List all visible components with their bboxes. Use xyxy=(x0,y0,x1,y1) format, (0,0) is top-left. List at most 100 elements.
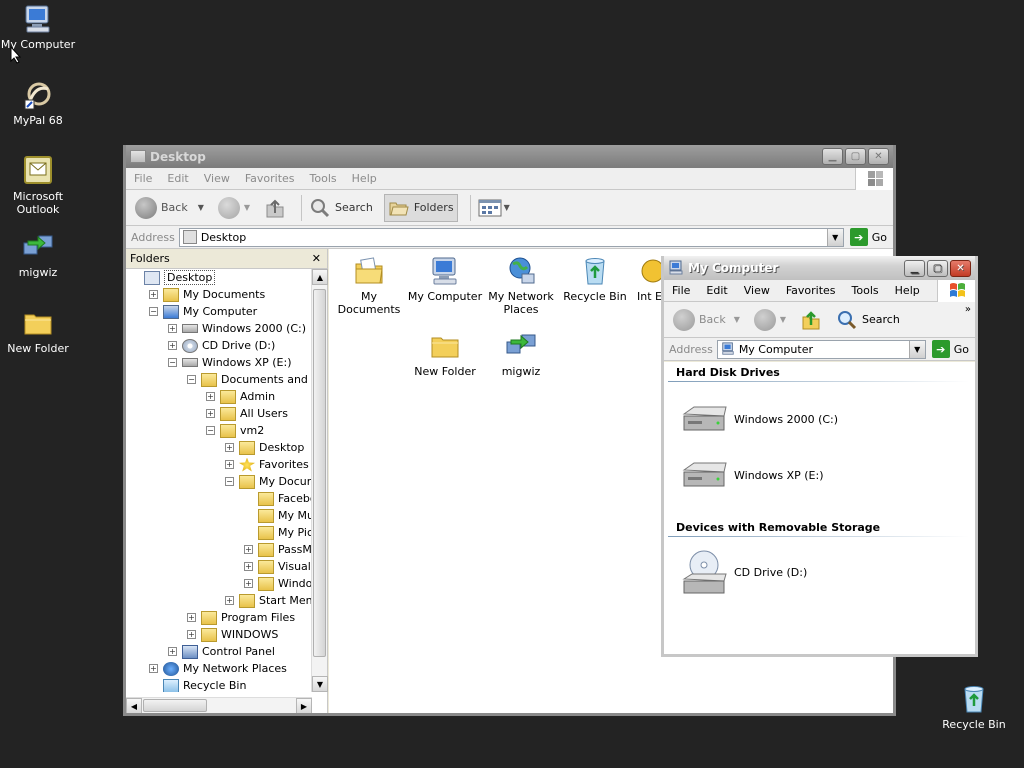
tree-horizontal-scrollbar[interactable]: ◀ ▶ xyxy=(126,697,312,713)
tree-item[interactable]: My Music xyxy=(244,507,312,524)
collapse-icon[interactable]: − xyxy=(149,307,158,316)
hscroll-thumb[interactable] xyxy=(143,699,207,712)
tree-item[interactable]: My Picture xyxy=(244,524,312,541)
menu-file[interactable]: File xyxy=(134,172,152,185)
tree-item[interactable]: Facebook xyxy=(244,490,312,507)
minimize-button[interactable]: ▁ xyxy=(904,259,925,277)
up-folder-button[interactable] xyxy=(261,194,289,222)
close-button[interactable]: ✕ xyxy=(950,259,971,277)
tree-vertical-scrollbar[interactable]: ▲ ▼ xyxy=(311,269,328,692)
up-folder-button[interactable] xyxy=(797,306,825,334)
scroll-up-icon[interactable]: ▲ xyxy=(312,269,328,285)
expand-icon[interactable]: + xyxy=(244,579,253,588)
go-button[interactable]: ➔ Go xyxy=(849,228,887,246)
menu-tools[interactable]: Tools xyxy=(310,172,337,185)
drive-windows-xp[interactable]: Windows XP (E:) xyxy=(680,460,824,490)
tree-item[interactable]: + Start Menu xyxy=(225,592,312,609)
menu-file[interactable]: File xyxy=(672,284,690,297)
expand-icon[interactable]: + xyxy=(244,545,253,554)
address-field[interactable]: My Computer ▼ xyxy=(716,339,926,359)
expand-icon[interactable]: + xyxy=(206,409,215,418)
desktop-icon-new-folder[interactable]: New Folder xyxy=(0,307,76,355)
menu-favorites[interactable]: Favorites xyxy=(786,284,836,297)
forward-button[interactable]: ▼ xyxy=(751,306,789,334)
expand-icon[interactable]: + xyxy=(225,443,234,452)
tree-item[interactable]: Desktop xyxy=(130,269,216,286)
desktop-icon-my-computer[interactable]: My Computer xyxy=(0,3,76,51)
expand-icon[interactable]: + xyxy=(225,596,234,605)
tree-item[interactable]: + Windows 2000 (C:) xyxy=(168,320,306,337)
expand-icon[interactable]: + xyxy=(168,341,177,350)
explorer-titlebar[interactable]: Desktop ▁ ▢ ✕ xyxy=(126,145,893,168)
scroll-thumb[interactable] xyxy=(313,289,326,657)
drive-windows-2000[interactable]: Windows 2000 (C:) xyxy=(680,404,838,434)
tree-item[interactable]: + Admin xyxy=(206,388,275,405)
address-field[interactable]: Desktop ▼ xyxy=(178,227,844,247)
minimize-button[interactable]: ▁ xyxy=(822,148,843,165)
menu-view[interactable]: View xyxy=(744,284,770,297)
expand-icon[interactable]: + xyxy=(149,290,158,299)
desktop-icon-migwiz[interactable]: migwiz xyxy=(0,231,76,279)
search-button[interactable]: Search xyxy=(833,306,903,334)
maximize-button[interactable]: ▢ xyxy=(845,148,866,165)
expand-icon[interactable]: + xyxy=(206,392,215,401)
expand-icon[interactable]: + xyxy=(187,613,196,622)
desktop-icon-mypal[interactable]: MyPal 68 xyxy=(0,79,76,127)
back-button[interactable]: Back ▼ xyxy=(132,194,207,222)
menu-help[interactable]: Help xyxy=(895,284,920,297)
drive-cd[interactable]: CD Drive (D:) xyxy=(680,549,807,595)
content-item-my-documents[interactable]: My Documents xyxy=(329,255,409,316)
toolbar-overflow-icon[interactable]: » xyxy=(965,304,971,315)
tree-item[interactable]: + CD Drive (D:) xyxy=(168,337,275,354)
tree-item[interactable]: − Documents and Settin xyxy=(187,371,312,388)
tree-item[interactable]: + WINDOWS xyxy=(187,626,278,643)
collapse-icon[interactable]: − xyxy=(206,426,215,435)
folders-button[interactable]: Folders xyxy=(383,193,458,222)
scroll-down-icon[interactable]: ▼ xyxy=(312,676,328,692)
back-button[interactable]: Back ▼ xyxy=(670,306,743,334)
tree-item[interactable]: + PassMark xyxy=(244,541,312,558)
content-item-new-folder[interactable]: New Folder xyxy=(405,330,485,378)
tree-item[interactable]: − My Document xyxy=(225,473,312,490)
folders-pane-close-icon[interactable]: ✕ xyxy=(312,252,321,265)
views-button[interactable]: ▼ xyxy=(475,194,513,222)
content-item-my-computer[interactable]: My Computer xyxy=(405,255,485,303)
go-button[interactable]: ➔ Go xyxy=(931,340,969,358)
expand-icon[interactable]: + xyxy=(149,664,158,673)
scroll-right-icon[interactable]: ▶ xyxy=(296,698,312,713)
my-computer-titlebar[interactable]: My Computer ▁ ▢ ✕ xyxy=(664,256,975,280)
desktop-icon-recycle-bin[interactable]: Recycle Bin xyxy=(936,683,1012,731)
tree-item[interactable]: + Desktop xyxy=(225,439,304,456)
menu-favorites[interactable]: Favorites xyxy=(245,172,295,185)
search-button[interactable]: Search xyxy=(306,194,376,222)
tree-item[interactable]: + My Documents xyxy=(149,286,265,303)
tree-item[interactable]: + Favorites xyxy=(225,456,309,473)
tree-item[interactable]: + All Users xyxy=(206,405,288,422)
tree-item[interactable]: + Windows xyxy=(244,575,312,592)
menu-edit[interactable]: Edit xyxy=(706,284,727,297)
tree-item[interactable]: Recycle Bin xyxy=(149,677,246,692)
collapse-icon[interactable]: − xyxy=(225,477,234,486)
tree-item[interactable]: + My Network Places xyxy=(149,660,287,677)
tree-item[interactable]: + Control Panel xyxy=(168,643,275,660)
expand-icon[interactable]: + xyxy=(168,647,177,656)
collapse-icon[interactable]: − xyxy=(168,358,177,367)
tree-item[interactable]: − Windows XP (E:) xyxy=(168,354,292,371)
tree-item[interactable]: − vm2 xyxy=(206,422,264,439)
expand-icon[interactable]: + xyxy=(187,630,196,639)
menu-help[interactable]: Help xyxy=(352,172,377,185)
my-computer-window[interactable]: My Computer ▁ ▢ ✕ File Edit View Favorit… xyxy=(661,256,978,657)
scroll-left-icon[interactable]: ◀ xyxy=(126,698,142,713)
address-dropdown-icon[interactable]: ▼ xyxy=(908,340,925,358)
desktop-icon-outlook[interactable]: Microsoft Outlook xyxy=(0,155,76,216)
menu-view[interactable]: View xyxy=(204,172,230,185)
expand-icon[interactable]: + xyxy=(225,460,234,469)
tree-item[interactable]: + Program Files xyxy=(187,609,295,626)
expand-icon[interactable]: + xyxy=(168,324,177,333)
content-item-migwiz[interactable]: migwiz xyxy=(481,330,561,378)
menu-edit[interactable]: Edit xyxy=(167,172,188,185)
tree-item[interactable]: − My Computer xyxy=(149,303,257,320)
collapse-icon[interactable]: − xyxy=(187,375,196,384)
close-button[interactable]: ✕ xyxy=(868,148,889,165)
tree-item[interactable]: + Visual Stu xyxy=(244,558,312,575)
